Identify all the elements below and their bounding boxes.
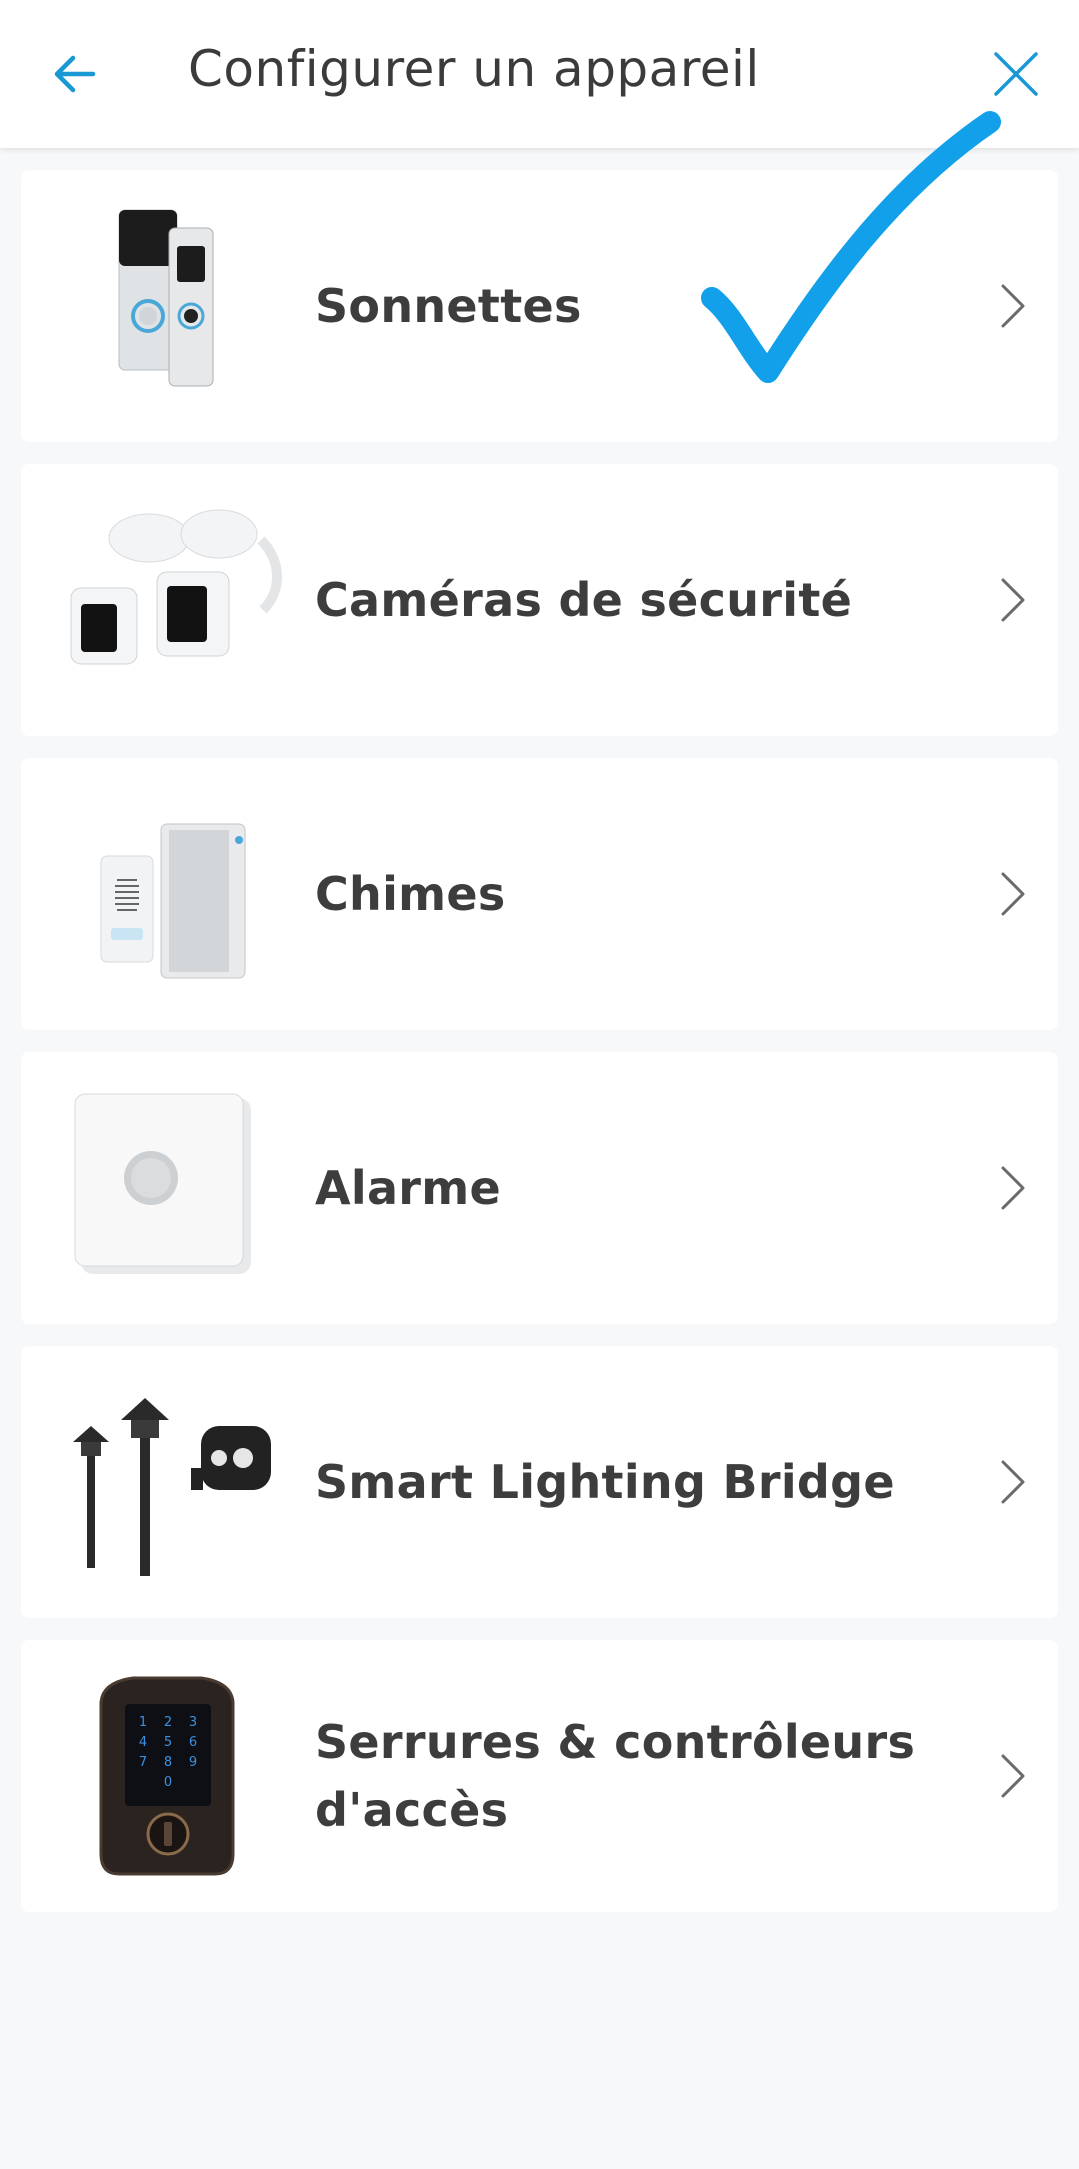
chevron-right-icon: [1001, 1754, 1025, 1798]
smart-lighting-image: [51, 1382, 301, 1582]
svg-text:1: 1: [139, 1715, 147, 1730]
svg-text:8: 8: [164, 1755, 172, 1770]
svg-text:2: 2: [164, 1715, 172, 1730]
top-app-bar: Configurer un appareil: [0, 0, 1079, 148]
device-card-label: Smart Lighting Bridge: [315, 1455, 895, 1509]
device-card-smart-lighting[interactable]: Smart Lighting Bridge: [21, 1346, 1058, 1618]
device-card-locks[interactable]: 1 2 3 4 5 6 7 8 9 0 Serrures & contrôleurs d'a…: [21, 1640, 1058, 1912]
svg-text:9: 9: [189, 1755, 197, 1770]
device-card-doorbells[interactable]: Sonnettes: [21, 170, 1058, 442]
smart-lock-image: 1 2 3 4 5 6 7 8 9 0: [51, 1676, 301, 1876]
chevron-right-icon: [1001, 1166, 1025, 1210]
svg-text:6: 6: [189, 1735, 197, 1750]
device-card-label: Sonnettes: [315, 279, 582, 333]
device-card-alarm[interactable]: Alarme: [21, 1052, 1058, 1324]
chime-image: [51, 794, 301, 994]
device-card-label: Chimes: [315, 867, 506, 921]
alarm-image: [51, 1088, 301, 1288]
device-card-security-cameras[interactable]: Caméras de sécurité: [21, 464, 1058, 736]
device-card-label: Serrures & contrôleurs d'accès: [315, 1715, 916, 1837]
chevron-right-icon: [1001, 1460, 1025, 1504]
svg-text:7: 7: [139, 1755, 147, 1770]
screen: Configurer un appareil Sonnettes Caméras…: [0, 0, 1079, 2169]
chevron-right-icon: [1001, 578, 1025, 622]
security-camera-image: [51, 500, 301, 700]
close-icon: [994, 52, 1038, 96]
close-button[interactable]: [978, 36, 1054, 112]
doorbell-image: [51, 206, 301, 406]
svg-text:4: 4: [139, 1735, 147, 1750]
page-title: Configurer un appareil: [188, 40, 760, 98]
svg-text:0: 0: [164, 1775, 172, 1790]
device-card-label: Caméras de sécurité: [315, 573, 853, 627]
chevron-right-icon: [1001, 284, 1025, 328]
svg-text:3: 3: [189, 1715, 197, 1730]
device-card-label: Alarme: [315, 1161, 502, 1215]
chevron-right-icon: [1001, 872, 1025, 916]
device-card-chimes[interactable]: Chimes: [21, 758, 1058, 1030]
arrow-left-icon: [54, 55, 96, 93]
back-button[interactable]: [38, 38, 110, 110]
device-category-list: Sonnettes Caméras de sécurité Chimes Ala…: [21, 170, 1058, 1934]
svg-text:5: 5: [164, 1735, 172, 1750]
